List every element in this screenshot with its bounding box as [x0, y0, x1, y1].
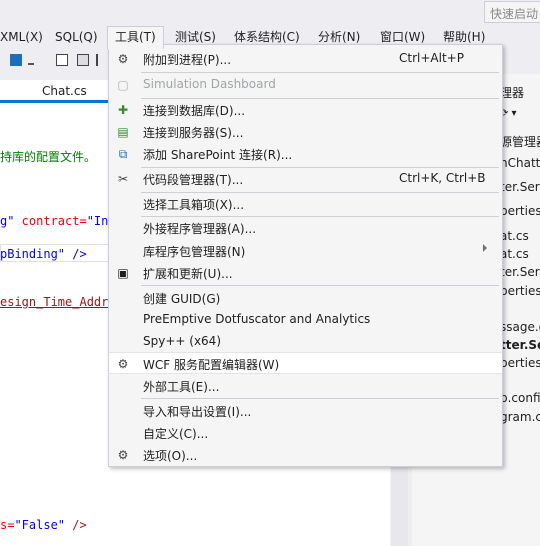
sharepoint-icon: ⧉: [118, 147, 128, 161]
menu-item-import-export[interactable]: 导入和导出设置(I)...: [109, 400, 502, 422]
menu-item-wcf-config-editor[interactable]: ⚙ WCF 服务配置编辑器(W): [109, 352, 502, 374]
menu-item-create-guid[interactable]: 创建 GUID(G): [109, 287, 502, 309]
connect-database-icon: ✚: [117, 103, 129, 117]
code-line-comment: 持库的配置文件。: [0, 150, 97, 164]
menu-item-label: 附加到进程(P)...: [143, 53, 232, 67]
menu-item-addin-manager[interactable]: 外接程序管理器(A)...: [109, 217, 502, 239]
menu-item-toolbox-items[interactable]: 选择工具箱项(X)...: [109, 193, 502, 215]
toolbar-format-icon[interactable]: [96, 54, 104, 66]
menu-item-extensions[interactable]: ▣ 扩展和更新(U)...: [109, 262, 502, 284]
tree-item[interactable]: perties: [500, 284, 540, 298]
toolbar-attach-icon[interactable]: [10, 54, 22, 66]
menu-separator: [141, 398, 499, 399]
menu-tools[interactable]: 工具(T): [107, 26, 164, 49]
tree-item[interactable]: gram.cs: [500, 410, 540, 424]
code-line-endpoint: g" contract="In: [0, 214, 109, 228]
menu-item-label: 导入和导出设置(I)...: [143, 405, 252, 419]
quick-launch-input[interactable]: 快速启动: [484, 1, 540, 23]
menu-item-label: 选项(O)...: [143, 449, 198, 463]
snippet-icon: ✂: [117, 172, 129, 186]
menu-item-snippet-manager[interactable]: ✂ 代码段管理器(T)... Ctrl+K, Ctrl+B: [109, 168, 502, 190]
menu-item-label: 外接程序管理器(A)...: [143, 222, 257, 236]
menu-item-label: WCF 服务配置编辑器(W): [143, 358, 280, 372]
menu-item-label: 自定义(C)...: [143, 427, 209, 441]
menu-item-options[interactable]: ⚙ 选项(O)...: [109, 444, 502, 466]
title-strip: [0, 0, 540, 26]
menu-item-customize[interactable]: 自定义(C)...: [109, 422, 502, 444]
toolbar-list-icon[interactable]: [56, 54, 68, 66]
code-line-false: s="False" />: [0, 518, 87, 532]
menu-item-sharepoint[interactable]: ⧉ 添加 SharePoint 连接(R)...: [109, 143, 502, 165]
menu-item-shortcut: Ctrl+K, Ctrl+B: [399, 171, 486, 185]
menu-item-label: 选择工具箱项(X)...: [143, 198, 245, 212]
menu-item-simulation-dashboard[interactable]: ▢ Simulation Dashboard: [109, 74, 502, 96]
menu-item-label: PreEmptive Dotfuscator and Analytics: [143, 312, 371, 326]
tab-chat-cs-label: Chat.cs: [42, 84, 87, 98]
menu-item-external-tools[interactable]: 外部工具(E)...: [109, 375, 502, 397]
toolbar-dropdown-icon[interactable]: [28, 63, 34, 65]
menu-item-label: 连接到服务器(S)...: [143, 126, 244, 140]
gear-icon: ⚙: [117, 448, 129, 462]
submenu-arrow-icon: [483, 244, 487, 252]
tree-item[interactable]: 源管理器: [500, 133, 540, 150]
tree-item[interactable]: perties: [500, 204, 540, 218]
menu-xml[interactable]: XML(X): [0, 26, 43, 48]
code-line-address: esign_Time_Addr: [0, 295, 109, 309]
connect-server-icon: ▤: [117, 125, 129, 139]
toolbar-page-icon[interactable]: [77, 54, 89, 66]
menu-item-label: 添加 SharePoint 连接(R)...: [143, 148, 293, 162]
solution-explorer-title: 理器: [500, 86, 525, 100]
menu-item-label: 代码段管理器(T)...: [143, 173, 244, 187]
menu-item-dotfuscator[interactable]: PreEmptive Dotfuscator and Analytics: [109, 309, 502, 331]
attach-process-icon: ⚙: [117, 52, 129, 66]
menu-item-label: 外部工具(E)...: [143, 380, 220, 394]
menu-item-spy[interactable]: Spy++ (x64): [109, 331, 502, 353]
menu-item-label: Simulation Dashboard: [143, 77, 276, 91]
simulation-icon: ▢: [117, 78, 129, 92]
menu-item-label: 库程序包管理器(N): [143, 245, 246, 259]
menu-item-connect-server[interactable]: ▤ 连接到服务器(S)...: [109, 121, 502, 143]
menu-separator: [141, 285, 499, 286]
menu-sql[interactable]: SQL(Q): [55, 26, 98, 48]
menu-separator: [141, 72, 499, 73]
menu-item-connect-database[interactable]: ✚ 连接到数据库(D)...: [109, 99, 502, 121]
tools-menu-dropdown: ⚙ 附加到进程(P)... Ctrl+Alt+P ▢ Simulation Da…: [108, 44, 503, 467]
code-line-binding: pBinding" />: [0, 247, 87, 261]
menu-item-label: 连接到数据库(D)...: [143, 104, 246, 118]
menu-item-shortcut: Ctrl+Alt+P: [399, 51, 464, 65]
wcf-config-icon: ⚙: [117, 357, 129, 371]
tree-item[interactable]: at.cs: [500, 247, 529, 261]
menu-item-label: Spy++ (x64): [143, 334, 221, 348]
menu-item-attach-process[interactable]: ⚙ 附加到进程(P)... Ctrl+Alt+P: [109, 48, 502, 70]
tree-item[interactable]: ter.Serv: [500, 265, 540, 279]
extensions-icon: ▣: [117, 266, 129, 280]
tree-item[interactable]: tter.Serv: [500, 338, 540, 352]
tree-item[interactable]: p.config: [500, 391, 540, 405]
tree-item[interactable]: ssage.c: [500, 320, 540, 334]
tree-item[interactable]: ter.Serv: [500, 180, 540, 194]
tree-item[interactable]: perties: [500, 356, 540, 370]
menu-item-label: 扩展和更新(U)...: [143, 267, 233, 281]
tree-item[interactable]: at.cs: [500, 229, 529, 243]
menu-item-package-manager[interactable]: 库程序包管理器(N): [109, 240, 502, 262]
menu-item-label: 创建 GUID(G): [143, 292, 221, 306]
tree-item[interactable]: nChatte: [500, 156, 540, 170]
